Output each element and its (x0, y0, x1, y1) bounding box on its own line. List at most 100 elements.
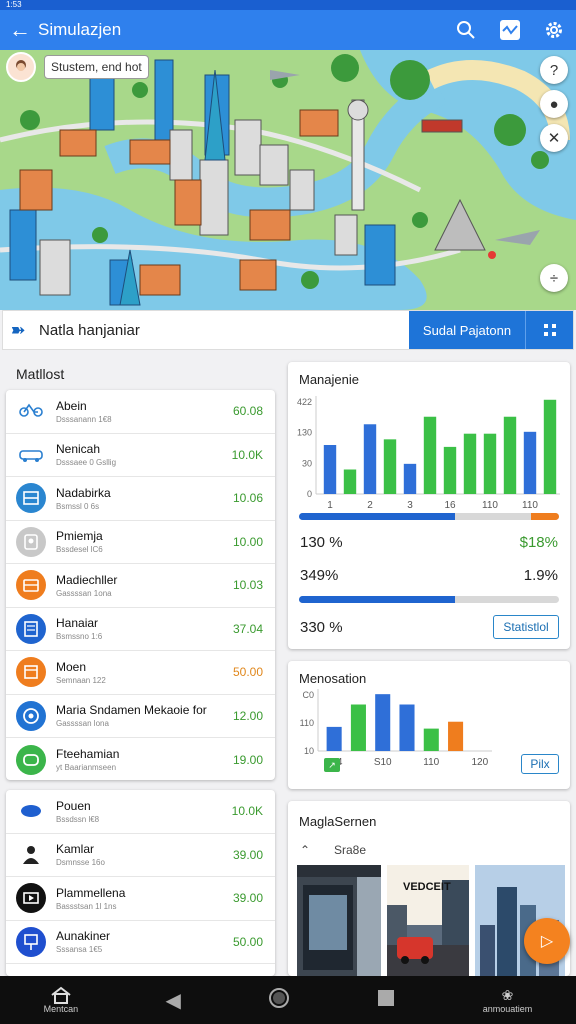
list-item[interactable]: Nenicah Dsssaee 0 Gsllig 10.0K (6, 434, 275, 477)
chart-bar (363, 424, 377, 494)
list-item[interactable]: Fteehamian yt Baarianmseen 19.00 (6, 738, 275, 782)
list-item-name: Abein (56, 398, 87, 413)
chart1-progress-track (299, 513, 559, 520)
leaf-icon: ❀ (501, 986, 514, 1003)
briefcase-icon (16, 570, 46, 601)
play-fab[interactable]: ▷ (524, 918, 570, 964)
list-item-name: Fteehamian (56, 747, 120, 762)
list-item-text: Pouen Bssdssn l€8 (56, 799, 213, 824)
home-circle-icon[interactable] (268, 987, 290, 1014)
help-icon[interactable]: ? (540, 56, 568, 84)
city-map[interactable] (0, 50, 576, 310)
stat2-value: 1.9% (523, 567, 558, 584)
close-icon[interactable]: ✕ (540, 124, 568, 152)
x-tick-label: 3 (407, 500, 413, 511)
list-item[interactable]: Plammellena Bassstsan 1l 1ns 39.00 (6, 877, 275, 921)
list-item[interactable]: Pouen Bssdssn l€8 10.0K (6, 790, 275, 834)
list-item-value: 10.03 (232, 578, 263, 593)
chart-bar (448, 721, 464, 751)
chart-bar (343, 469, 357, 494)
list-item-text: Moen Semnaan 122 (56, 660, 213, 685)
y-tick-label: 0 (307, 489, 312, 499)
list-item-name: Nenicah (56, 442, 101, 457)
window-icon (16, 483, 46, 514)
list-item-subtitle: Semnaan 122 (56, 675, 106, 685)
list-item[interactable]: Moen Semnaan 122 50.00 (6, 651, 275, 695)
list-item-text: Maria Sndamen Mekaoie for Gassssan lona (56, 703, 213, 728)
stat3-label: 330 % (300, 619, 343, 636)
list-item[interactable]: Madiechller Gassssan 1ona 10.03 (6, 564, 275, 608)
list-item-subtitle: Bssdesel lC6 (56, 545, 103, 555)
app-title: Simulazjen (38, 20, 122, 39)
settings-gear-icon[interactable] (532, 20, 576, 40)
nav-right-label: anmouatiem (482, 1003, 533, 1014)
list-item[interactable]: Nadabirka Bsmssl 0 6s 10.06 (6, 477, 275, 521)
chart-bar (350, 704, 366, 751)
media-thumbnail-street[interactable]: VEDCEIT (387, 865, 469, 976)
pix-button[interactable]: Pilx (521, 754, 559, 774)
chart-bar (483, 433, 497, 494)
chart-bar (326, 726, 342, 751)
item-list-secondary: Pouen Bssdssn l€8 10.0K Kamlar Dsmnsse 16o 39… (6, 790, 275, 976)
list-item-subtitle: Bassstsan 1l 1ns (56, 901, 117, 911)
status-time: 1:53 (6, 0, 22, 9)
user-status-bubble: Stustem, end hot (44, 55, 149, 79)
home-icon (51, 986, 71, 1004)
nav-right[interactable]: ❀ anmouatiem (483, 987, 533, 1014)
list-item-subtitle: Dsmnsse 16o (56, 858, 105, 868)
list-item-text: Plammellena Bassstsan 1l 1ns (56, 886, 213, 911)
analytics-icon[interactable] (488, 19, 532, 41)
recents-square-icon[interactable] (377, 989, 395, 1012)
list-item-text: Nenicah Dsssaee 0 Gsllig (56, 442, 213, 467)
chart-bar (423, 416, 437, 494)
list-item[interactable]: Maria Sndamen Mekaoie for Gassssan lona 12… (6, 695, 275, 738)
user-chip[interactable]: Stustem, end hot (6, 52, 149, 82)
chart-bar (423, 728, 439, 751)
bottom-navigation: Mentcan ◀ ❀ anmouatiem (0, 976, 576, 1024)
chart2-plot: C011010914S10110120 (300, 689, 492, 768)
media-thumbnail-storefront[interactable] (297, 865, 381, 976)
y-tick-label: 422 (297, 397, 312, 407)
list-item-text: Fteehamian yt Baarianmseen (56, 747, 213, 772)
list-item[interactable]: Hanaiar Bsmssno 1:6 37.04 (6, 608, 275, 651)
divide-icon[interactable]: ÷ (540, 264, 568, 292)
stat-progress-fill (299, 596, 455, 603)
chart-bar (323, 445, 337, 494)
list-item[interactable]: Aunakiner Sssansa 1€5 50.00 (6, 921, 275, 964)
chart1-progress-fill (299, 513, 455, 520)
list-item[interactable]: Abein Dsssanann 1€8 60.08 (6, 390, 275, 434)
back-arrow-icon[interactable]: ← (2, 17, 38, 43)
chat-icon (16, 700, 46, 731)
location-icon[interactable]: ● (540, 90, 568, 118)
statistics-button[interactable]: Statistlol (493, 615, 559, 639)
list-item-name: Maria Sndamen Mekaoie for (56, 703, 207, 718)
chart1-title: Manajenie (299, 372, 359, 387)
list-item-value: 10.0K (231, 447, 263, 462)
item-list-primary: Abein Dsssanann 1€8 60.08 Nenicah Dsssaee 0 … (6, 390, 275, 780)
search-button[interactable]: Sudal Pajatonn (409, 311, 525, 349)
chart-bar (463, 433, 477, 494)
chart2-title: Menosation (299, 671, 367, 686)
chart-bar (375, 694, 391, 751)
list-item-subtitle: Bsmssno 1:6 (56, 632, 103, 642)
list-item-name: Plammellena (56, 885, 126, 900)
stat-progress-track (299, 596, 559, 603)
chart-card-manajenie: Manajenie 422 130 30 0 1 2 3 16 110 110 130 % $18… (288, 362, 570, 649)
list-item[interactable]: Kamlar Dsmnsse 16o 39.00 (6, 834, 275, 877)
box-icon (16, 657, 46, 688)
list-item[interactable]: Pmiemja Bssdesel lC6 10.00 (6, 521, 275, 564)
search-input[interactable]: Natla hanjaniar (33, 322, 409, 339)
grid-icon[interactable] (525, 311, 573, 349)
chart1-progress-marker (531, 513, 559, 520)
chart-bar (543, 399, 557, 494)
list-item-name: Nadabirka (56, 485, 111, 500)
back-triangle-icon[interactable]: ◀ (165, 988, 180, 1013)
search-icon[interactable] (444, 20, 488, 40)
list-item[interactable]: Gothon10.00 (6, 964, 275, 976)
nav-home[interactable]: Mentcan (44, 986, 78, 1014)
list-item-text: Kamlar Dsmnsse 16o (56, 842, 213, 867)
chevron-up-icon[interactable]: ⌃ (300, 843, 310, 857)
chart-bar (443, 446, 457, 494)
avatar[interactable] (6, 52, 36, 82)
list-item-text: Abein Dsssanann 1€8 (56, 399, 213, 424)
